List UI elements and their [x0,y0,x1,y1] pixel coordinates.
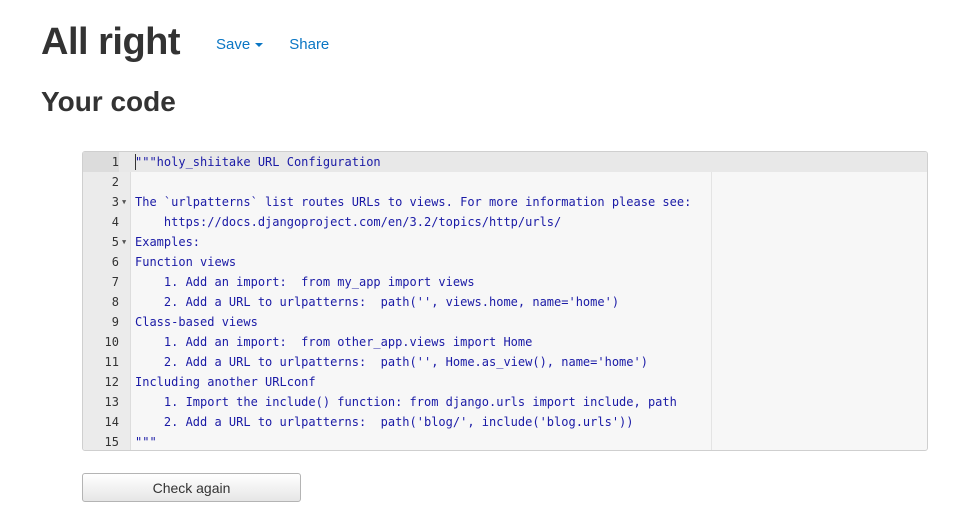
code-line: 10 1. Add an import: from other_app.view… [83,332,927,352]
line-number: 7 [111,275,119,289]
section-heading: Your code [41,86,176,117]
line-number: 15 [104,435,119,449]
line-number: 1 [83,152,119,172]
line-number: 8 [111,295,119,309]
line-number: 2 [111,175,119,189]
text-cursor [135,154,136,170]
code-text: Class-based views [135,315,258,329]
code-text: Including another URLconf [135,375,316,389]
code-text: 1. Add an import: from other_app.views i… [135,335,533,349]
check-again-button[interactable]: Check again [82,473,301,502]
line-number: 13 [104,395,119,409]
code-text: 1. Add an import: from my_app import vie… [135,275,475,289]
save-label: Save [216,35,251,53]
code-text: 1. Import the include() function: from d… [135,395,677,409]
line-number: 11 [104,355,119,369]
code-text: 2. Add a URL to urlpatterns: path('blog/… [135,415,634,429]
header-actions: Save Share [216,36,329,53]
page-title: All right [41,21,181,63]
share-link[interactable]: Share [289,36,329,53]
code-text: Examples: [135,235,201,249]
code-text: https://docs.djangoproject.com/en/3.2/to… [135,215,562,229]
line-number: 12 [104,375,119,389]
code-line: 5 ▼ Examples: [83,232,927,252]
header: All right Save Share [41,18,329,66]
line-number: 9 [111,315,119,329]
line-number: 14 [104,415,119,429]
code-line: 12 Including another URLconf [83,372,927,392]
code-line: 6 Function views [83,252,927,272]
line-number: 3 [111,195,119,209]
code-text: 2. Add a URL to urlpatterns: path('', Ho… [135,355,648,369]
code-line: 3 ▼ The `urlpatterns` list routes URLs to … [83,192,927,212]
fold-arrow-icon[interactable]: ▼ [122,232,126,252]
page: All right Save Share Your code 1 """holy_… [0,0,974,513]
line-number: 5 [111,235,119,249]
code-line: 13 1. Import the include() function: fro… [83,392,927,412]
code-line: 15 """ [83,432,927,450]
code-line: 8 2. Add a URL to urlpatterns: path('', … [83,292,927,312]
editor-lines: 1 """holy_shiitake URL Configuration 2 3 ▼ Th… [83,152,927,450]
line-number: 4 [111,215,119,229]
code-line: 7 1. Add an import: from my_app import v… [83,272,927,292]
code-text: 2. Add a URL to urlpatterns: path('', vi… [135,295,620,309]
code-line: 9 Class-based views [83,312,927,332]
code-line: 2 [83,172,927,192]
code-line: 1 """holy_shiitake URL Configuration [83,152,927,172]
code-text: Function views [135,255,237,269]
save-dropdown-button[interactable]: Save [216,35,264,53]
chevron-down-icon [255,43,264,47]
code-line: 14 2. Add a URL to urlpatterns: path('bl… [83,412,927,432]
code-line: 11 2. Add a URL to urlpatterns: path('',… [83,352,927,372]
code-line: 4 https://docs.djangoproject.com/en/3.2/… [83,212,927,232]
code-text: The `urlpatterns` list routes URLs to vi… [135,195,692,209]
fold-arrow-icon[interactable]: ▼ [122,192,126,212]
code-text: """holy_shiitake URL Configuration [135,155,381,169]
code-editor[interactable]: 1 """holy_shiitake URL Configuration 2 3 ▼ Th… [82,151,928,451]
line-number: 10 [104,335,119,349]
line-number: 6 [111,255,119,269]
code-text: """ [135,435,157,449]
